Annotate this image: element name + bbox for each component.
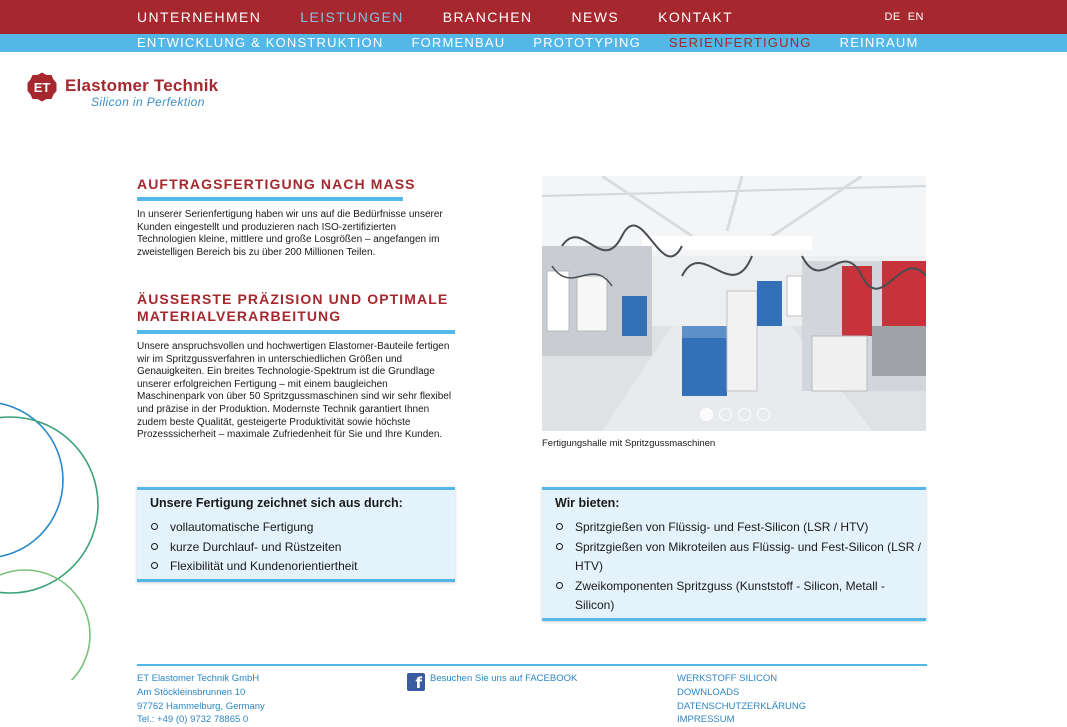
main-nav-bar: UNTERNEHMEN LEISTUNGEN BRANCHEN NEWS KON… (0, 0, 1067, 34)
footer-divider (137, 664, 927, 666)
nav-item-leistungen[interactable]: LEISTUNGEN (300, 9, 403, 25)
lang-en-link[interactable]: EN (908, 11, 924, 23)
list-item: Spritzgießen von Mikroteilen aus Flüssig… (556, 538, 922, 577)
list-item: Flexibilität und Kundenorientiertheit (151, 557, 441, 577)
sub-nav-bar: ENTWICKLUNG & KONSTRUKTION FORMENBAU PRO… (0, 34, 1067, 52)
circle-bullet-icon (556, 581, 563, 589)
section-heading-praezision-line1: ÄUSSERSTE PRÄZISION UND OPTIMALE (137, 291, 449, 307)
features-box: Unsere Fertigung zeichnet sich aus durch… (137, 487, 455, 582)
offers-box-title: Wir bieten: (555, 496, 620, 510)
facebook-icon: f (407, 673, 425, 692)
circle-bullet-icon (556, 523, 563, 530)
logo-mark-text: ET (34, 80, 51, 95)
logo-tagline: Silicon in Perfektion (91, 95, 205, 109)
circle-bullet-icon (151, 523, 158, 530)
nav-item-kontakt[interactable]: KONTAKT (658, 9, 733, 25)
logo-mark-icon: ET (27, 72, 57, 102)
section-text-praezision: Unsere anspruchsvollen und hochwertigen … (137, 341, 452, 441)
list-item: kurze Durchlauf- und Rüstzeiten (151, 538, 441, 558)
heading-underline (137, 197, 403, 201)
nav-item-unternehmen[interactable]: UNTERNEHMEN (137, 9, 261, 25)
sub-nav: ENTWICKLUNG & KONSTRUKTION FORMENBAU PRO… (137, 35, 947, 51)
section-heading-auftragsfertigung: AUFTRAGSFERTIGUNG NACH MASS (137, 176, 416, 192)
circle-bullet-icon (151, 562, 158, 569)
footer-link-impressum[interactable]: IMPRESSUM (677, 713, 806, 727)
company-logo[interactable]: ET Elastomer Technik Silicon in Perfekti… (27, 72, 227, 112)
circle-bullet-icon (556, 542, 563, 550)
footer-city: 97762 Hammelburg, Germany (137, 700, 265, 712)
slider-dots (700, 408, 776, 421)
nav-item-news[interactable]: NEWS (572, 9, 620, 25)
slider-dot[interactable] (757, 408, 770, 421)
list-item: Spritzgießen von Flüssig- und Fest-Silic… (556, 518, 922, 538)
decorative-circles (0, 402, 99, 680)
nav-item-branchen[interactable]: BRANCHEN (443, 9, 533, 25)
list-item: vollautomatische Fertigung (151, 518, 441, 538)
slider-dot[interactable] (700, 408, 713, 421)
main-nav: UNTERNEHMEN LEISTUNGEN BRANCHEN NEWS KON… (137, 9, 772, 25)
circle-bullet-icon (151, 542, 158, 550)
footer-link-datenschutz[interactable]: DATENSCHUTZERKLÄRUNG (677, 700, 806, 714)
features-box-title: Unsere Fertigung zeichnet sich aus durch… (150, 496, 403, 510)
section-heading-praezision-line2: MATERIALVERARBEITUNG (137, 308, 342, 324)
subnav-item-formenbau[interactable]: FORMENBAU (411, 35, 505, 51)
footer-link-downloads[interactable]: DOWNLOADS (677, 686, 806, 700)
production-hall-illustration (542, 176, 926, 431)
production-hall-image (542, 176, 926, 431)
subnav-item-reinraum[interactable]: REINRAUM (840, 35, 919, 51)
lang-de-link[interactable]: DE (884, 11, 900, 23)
subnav-item-prototyping[interactable]: PROTOTYPING (533, 35, 641, 51)
features-list: vollautomatische Fertigung kurze Durchla… (151, 518, 441, 577)
heading-underline (137, 330, 455, 334)
subnav-item-entwicklung[interactable]: ENTWICKLUNG & KONSTRUKTION (137, 35, 383, 51)
offers-list: Spritzgießen von Flüssig- und Fest-Silic… (556, 518, 922, 616)
subnav-item-serienfertigung[interactable]: SERIENFERTIGUNG (669, 35, 812, 51)
list-item: Zweikomponenten Spritzguss (Kunststoff -… (556, 577, 922, 616)
section-text-auftragsfertigung: In unserer Serienfertigung haben wir uns… (137, 209, 443, 258)
footer-street: Am Stöckleinsbrunnen 10 (137, 686, 246, 698)
slider-dot[interactable] (719, 408, 732, 421)
language-switcher: DE EN (884, 11, 924, 23)
image-caption: Fertigungshalle mit Spritzgussmaschinen (542, 438, 716, 449)
footer-facebook-link[interactable]: f Besuchen Sie uns auf FACEBOOK (407, 673, 577, 692)
footer-company-name: ET Elastomer Technik GmbH (137, 673, 260, 684)
facebook-link-text[interactable]: Besuchen Sie uns auf FACEBOOK (430, 673, 577, 684)
logo-name: Elastomer Technik (65, 76, 219, 95)
slider-dot[interactable] (738, 408, 751, 421)
footer-address: ET Elastomer Technik GmbH Am Stöckleinsb… (137, 672, 265, 727)
footer-links: WERKSTOFF SILICON DOWNLOADS DATENSCHUTZE… (677, 672, 806, 727)
offers-box: Wir bieten: Spritzgießen von Flüssig- un… (542, 487, 926, 621)
footer-phone[interactable]: Tel.: +49 (0) 9732 78865 0 (137, 713, 265, 727)
footer-link-werkstoff-silicon[interactable]: WERKSTOFF SILICON (677, 672, 806, 686)
